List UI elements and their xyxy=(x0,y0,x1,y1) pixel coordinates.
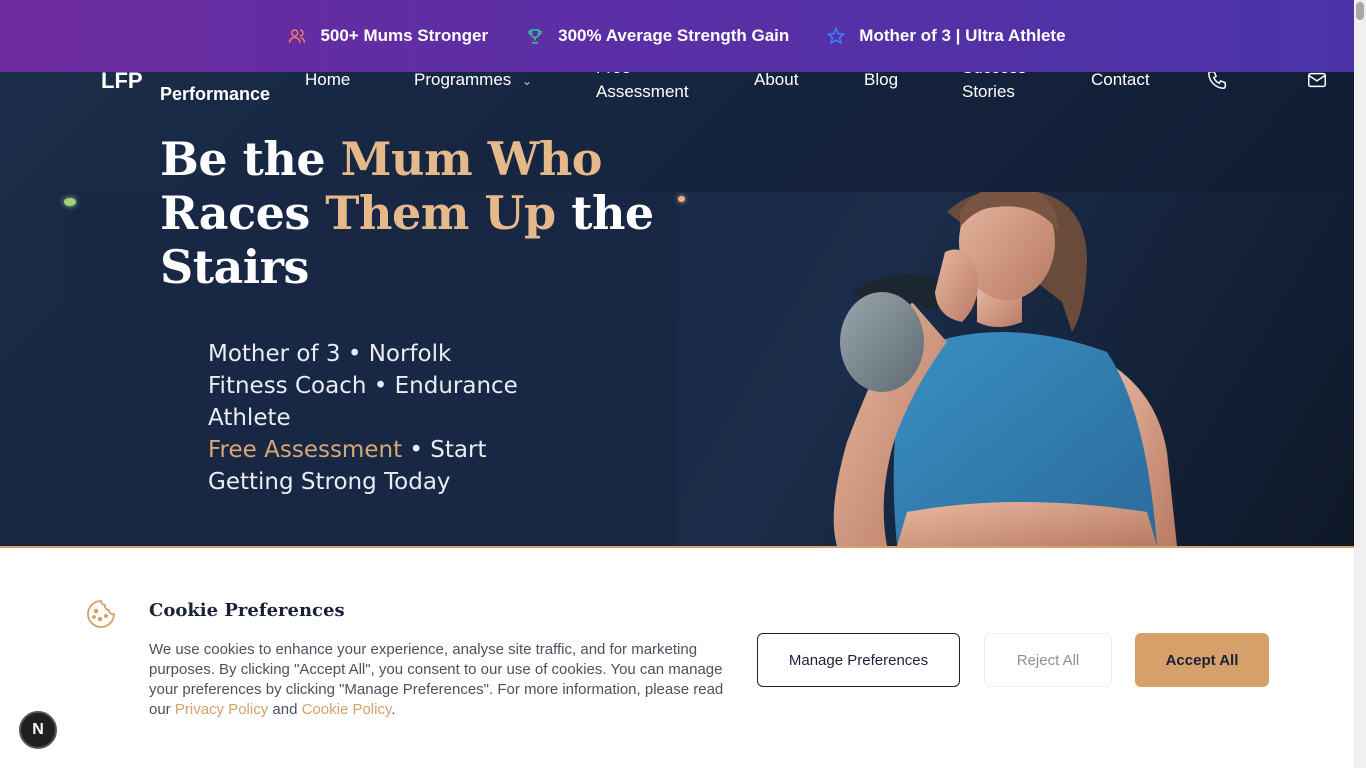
scrollbar-thumb[interactable] xyxy=(1356,2,1364,20)
star-icon xyxy=(827,27,846,45)
stat-label: Mother of 3 | Ultra Athlete xyxy=(859,26,1066,45)
stat-strength-gain: 300% Average Strength Gain xyxy=(526,26,789,46)
headline-accent: Them Up xyxy=(325,186,556,240)
cookie-description: We use cookies to enhance your experienc… xyxy=(149,640,739,720)
mail-icon[interactable] xyxy=(1306,69,1328,91)
cookie-icon xyxy=(87,600,115,628)
free-assessment-link[interactable]: Free Assessment xyxy=(208,437,402,463)
users-icon xyxy=(289,29,306,43)
decorative-dot-orange xyxy=(678,196,685,202)
accept-all-button[interactable]: Accept All xyxy=(1135,633,1269,687)
woman-kettlebell-image xyxy=(833,192,1177,546)
hero-subtext-line1: Mother of 3 • Norfolk Fitness Coach • En… xyxy=(208,341,518,431)
headline-accent: Mum Who xyxy=(340,132,603,186)
headline-part: Be the xyxy=(160,132,341,186)
top-stats-bar: 500+ Mums Stronger 300% Average Strength… xyxy=(0,0,1354,72)
stat-label: 300% Average Strength Gain xyxy=(558,26,790,45)
manage-preferences-button[interactable]: Manage Preferences xyxy=(757,633,960,687)
stat-label: 500+ Mums Stronger xyxy=(320,26,489,45)
brand-subtitle[interactable]: Performance xyxy=(160,84,270,105)
cookie-policy-link[interactable]: Cookie Policy xyxy=(302,701,392,718)
cookie-banner: Cookie Preferences We use cookies to enh… xyxy=(0,546,1354,768)
hero-photo xyxy=(677,192,1354,546)
trophy-icon xyxy=(528,29,542,44)
scrollbar[interactable] xyxy=(1354,0,1366,768)
reject-all-button[interactable]: Reject All xyxy=(984,633,1112,687)
cookie-text-period: . xyxy=(391,701,396,718)
hero-headline: Be the Mum Who Races Them Up the Stairs xyxy=(160,132,660,294)
stat-mums-stronger: 500+ Mums Stronger xyxy=(288,26,488,46)
chevron-down-icon: ⌄ xyxy=(522,74,533,88)
nav-programmes-label: Programmes xyxy=(414,70,512,89)
stat-ultra-athlete: Mother of 3 | Ultra Athlete xyxy=(827,26,1066,46)
cookie-text-and: and xyxy=(268,701,302,718)
nextjs-badge[interactable]: N xyxy=(19,711,57,749)
decorative-dot-green xyxy=(64,198,76,206)
phone-icon[interactable] xyxy=(1206,69,1228,91)
headline-part: Races xyxy=(160,186,326,240)
privacy-policy-link[interactable]: Privacy Policy xyxy=(175,701,268,718)
hero-subtext: Mother of 3 • Norfolk Fitness Coach • En… xyxy=(208,338,538,498)
cookie-title: Cookie Preferences xyxy=(149,600,345,621)
